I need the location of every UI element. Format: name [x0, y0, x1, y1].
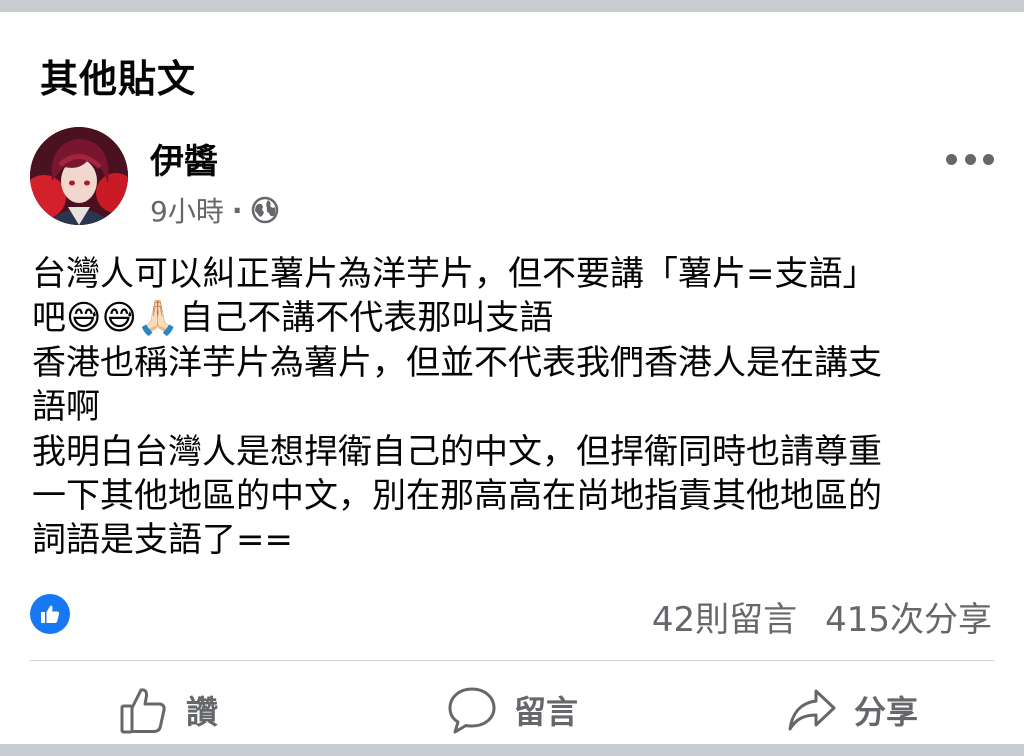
meta-separator: · — [231, 193, 243, 227]
author-name[interactable]: 伊醬 — [150, 134, 218, 183]
like-label: 讚 — [186, 693, 219, 731]
post-text: 台灣人可以糾正薯片為洋芋片，但不要講「薯片=支語」 吧😅😅🙏🏻自己不講不代表那叫… — [32, 254, 882, 561]
divider — [30, 660, 994, 661]
comment-bubble-icon — [446, 684, 498, 736]
comment-count[interactable]: 42則留言 — [652, 592, 797, 641]
share-count[interactable]: 415次分享 — [825, 592, 992, 641]
share-button[interactable]: 分享 — [786, 680, 918, 740]
share-label: 分享 — [854, 693, 919, 731]
more-options-icon[interactable] — [946, 144, 994, 174]
post-meta: 9小時 · — [150, 190, 280, 230]
thumbs-up-icon — [118, 684, 170, 736]
post-time[interactable]: 9小時 — [150, 190, 224, 230]
author-avatar[interactable] — [30, 127, 128, 225]
engagement-stats: 42則留言 415次分享 — [652, 592, 992, 641]
comment-button[interactable]: 留言 — [446, 680, 578, 740]
comment-label: 留言 — [514, 693, 579, 731]
post-card: 其他貼文 伊醬 9小時 · 台灣人可以糾正薯片為洋芋片，但不要講「薯片=支語」 … — [0, 12, 1024, 744]
globe-icon — [250, 195, 280, 225]
like-reaction-icon[interactable] — [30, 594, 70, 634]
like-button[interactable]: 讚 — [118, 680, 218, 740]
section-title: 其他貼文 — [40, 57, 197, 101]
share-arrow-icon — [786, 684, 838, 736]
